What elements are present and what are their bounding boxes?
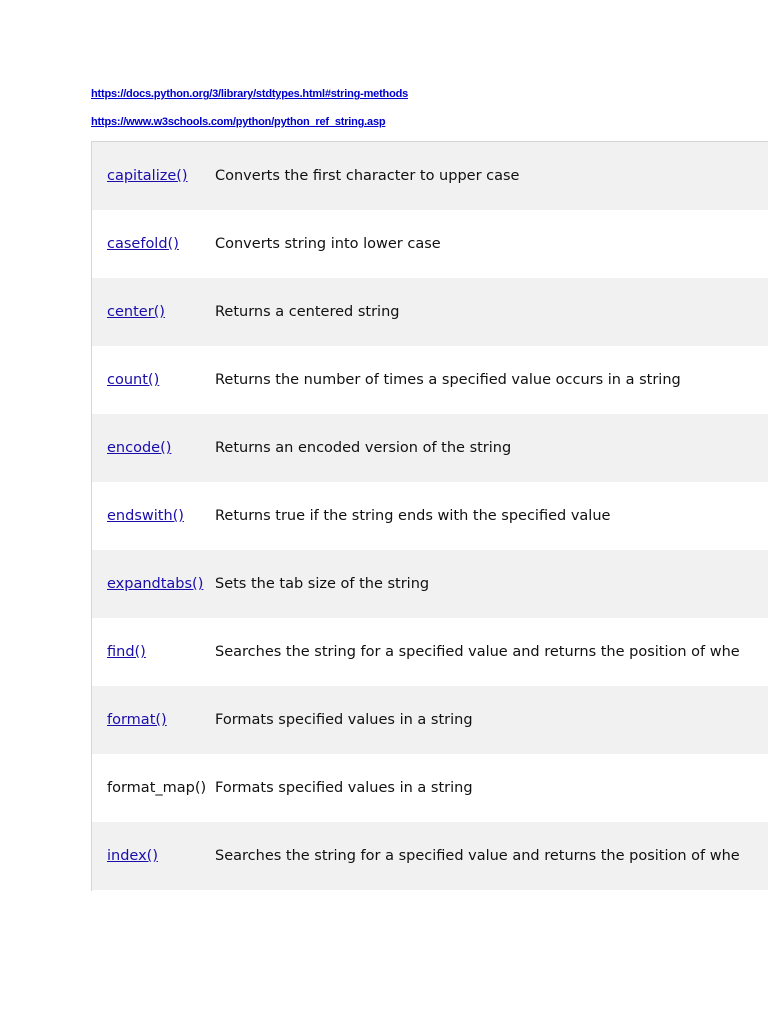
method-cell: encode()	[92, 414, 215, 482]
method-cell: endswith()	[92, 482, 215, 550]
description-cell: Formats specified values in a string	[215, 780, 473, 796]
description-cell: Searches the string for a specified valu…	[215, 644, 740, 660]
reference-links: https://docs.python.org/3/library/stdtyp…	[91, 86, 731, 142]
method-cell: find()	[92, 618, 215, 686]
method-link-casefold[interactable]: casefold()	[107, 236, 179, 252]
method-cell: count()	[92, 346, 215, 414]
method-link-format[interactable]: format()	[107, 712, 167, 728]
method-name-format-map: format_map()	[107, 780, 207, 796]
table-row: find() Searches the string for a specifi…	[92, 618, 768, 686]
table-row: capitalize() Converts the first characte…	[92, 142, 768, 210]
description-cell: Returns true if the string ends with the…	[215, 508, 611, 524]
method-link-capitalize[interactable]: capitalize()	[107, 168, 188, 184]
description-cell: Returns the number of times a specified …	[215, 372, 681, 388]
string-methods-table: capitalize() Converts the first characte…	[92, 142, 768, 890]
table-row: encode() Returns an encoded version of t…	[92, 414, 768, 482]
description-cell: Sets the tab size of the string	[215, 576, 430, 592]
description-cell: Returns an encoded version of the string	[215, 440, 512, 456]
description-cell: Searches the string for a specified valu…	[215, 848, 740, 864]
description-cell: Formats specified values in a string	[215, 712, 473, 728]
table-row: index() Searches the string for a specif…	[92, 822, 768, 890]
method-cell: format()	[92, 686, 215, 754]
method-cell: casefold()	[92, 210, 215, 278]
table-row: format_map() Formats specified values in…	[92, 754, 768, 822]
table-row: casefold() Converts string into lower ca…	[92, 210, 768, 278]
method-cell: index()	[92, 822, 215, 890]
table-row: endswith() Returns true if the string en…	[92, 482, 768, 550]
method-link-center[interactable]: center()	[107, 304, 165, 320]
table-row: expandtabs() Sets the tab size of the st…	[92, 550, 768, 618]
method-cell: center()	[92, 278, 215, 346]
method-link-index[interactable]: index()	[107, 848, 158, 864]
method-cell: expandtabs()	[92, 550, 215, 618]
method-link-find[interactable]: find()	[107, 644, 146, 660]
string-methods-table-container[interactable]: capitalize() Converts the first characte…	[91, 141, 768, 891]
table-row: format() Formats specified values in a s…	[92, 686, 768, 754]
method-cell: capitalize()	[92, 142, 215, 210]
description-cell: Converts string into lower case	[215, 236, 441, 252]
table-row: center() Returns a centered string	[92, 278, 768, 346]
method-link-count[interactable]: count()	[107, 372, 159, 388]
method-link-encode[interactable]: encode()	[107, 440, 171, 456]
method-cell: format_map()	[92, 754, 215, 822]
method-link-endswith[interactable]: endswith()	[107, 508, 184, 524]
description-cell: Converts the first character to upper ca…	[215, 168, 520, 184]
description-cell: Returns a centered string	[215, 304, 400, 320]
table-row: count() Returns the number of times a sp…	[92, 346, 768, 414]
python-docs-link[interactable]: https://docs.python.org/3/library/stdtyp…	[91, 86, 731, 102]
method-link-expandtabs[interactable]: expandtabs()	[107, 576, 203, 592]
w3schools-link[interactable]: https://www.w3schools.com/python/python_…	[91, 114, 731, 130]
